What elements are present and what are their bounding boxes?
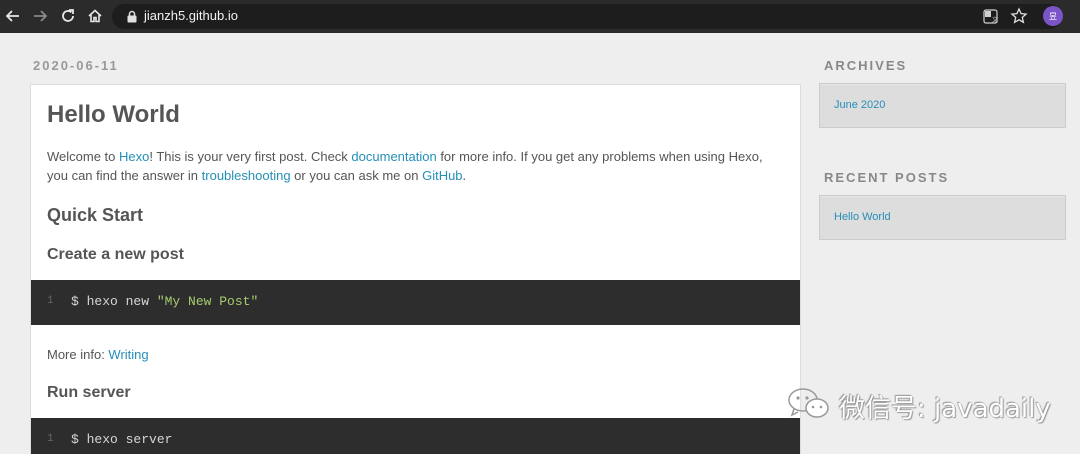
- intro-text: Welcome to: [47, 149, 120, 164]
- code-line: $ hexo new "My New Post": [71, 294, 258, 309]
- back-arrow-icon[interactable]: [4, 7, 22, 25]
- more-info-label: More info:: [47, 347, 109, 362]
- profile-avatar[interactable]: 昱: [1043, 6, 1063, 26]
- intro-text: ! This is your very first post. Check: [149, 149, 352, 164]
- heading-run-server: Run server: [47, 384, 131, 401]
- intro-paragraph: Welcome to Hexo! This is your very first…: [47, 147, 777, 185]
- browser-toolbar: jianzh5.github.io 文 昱: [0, 0, 1080, 33]
- translate-icon[interactable]: 文: [983, 9, 998, 24]
- archives-title: ARCHIVES: [824, 58, 908, 73]
- code-command: $ hexo new: [71, 294, 157, 309]
- post-title[interactable]: Hello World: [47, 101, 180, 129]
- heading-quick-start: Quick Start: [47, 205, 144, 225]
- url-text[interactable]: jianzh5.github.io: [144, 8, 238, 23]
- address-bar[interactable]: [112, 4, 1062, 29]
- troubleshooting-link[interactable]: troubleshooting: [202, 168, 291, 183]
- bookmark-star-icon[interactable]: [1010, 7, 1028, 25]
- line-number: 1: [47, 295, 54, 307]
- post-date[interactable]: 2020-06-11: [33, 58, 119, 73]
- home-icon[interactable]: [86, 7, 104, 25]
- writing-link[interactable]: Writing: [108, 347, 148, 362]
- line-number: 1: [47, 433, 54, 445]
- code-command: $ hexo server: [71, 432, 173, 447]
- code-string: "My New Post": [156, 294, 259, 309]
- archives-widget: June 2020: [819, 83, 1066, 128]
- intro-text: .: [462, 168, 467, 183]
- code-block-server: 1 $ hexo server: [31, 418, 800, 454]
- reload-icon[interactable]: [59, 7, 77, 25]
- code-block-new-post: 1 $ hexo new "My New Post": [31, 280, 800, 325]
- recent-posts-title: RECENT POSTS: [824, 170, 950, 185]
- watermark-text: 微信号: javadaily: [839, 394, 1051, 424]
- documentation-link[interactable]: documentation: [351, 149, 436, 164]
- heading-create-post: Create a new post: [47, 246, 184, 263]
- hexo-link[interactable]: Hexo: [119, 149, 149, 164]
- recent-posts-widget: Hello World: [819, 195, 1066, 240]
- article-card: Hello World Welcome to Hexo! This is you…: [30, 84, 801, 454]
- forward-arrow-icon[interactable]: [31, 7, 49, 25]
- recent-post-link[interactable]: Hello World: [834, 211, 891, 223]
- wechat-icon: [788, 388, 829, 418]
- svg-text:文: 文: [992, 16, 998, 24]
- more-info-paragraph: More info: Writing: [47, 345, 777, 364]
- github-link[interactable]: GitHub: [422, 168, 462, 183]
- lock-icon[interactable]: [126, 10, 138, 23]
- archive-link-june-2020[interactable]: June 2020: [834, 99, 885, 111]
- intro-text: or you can ask me on: [290, 168, 423, 183]
- wechat-watermark: 微信号: javadaily: [786, 385, 1056, 425]
